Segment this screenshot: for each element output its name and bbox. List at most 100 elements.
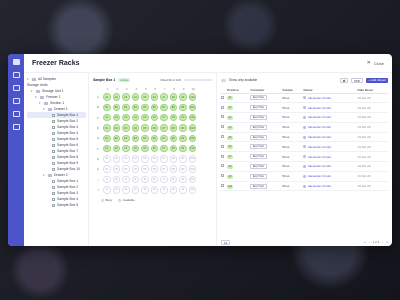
owner-name[interactable]: Alexander Arnold [308, 184, 331, 188]
well[interactable]: D3 [122, 124, 130, 132]
well[interactable]: I5 [141, 175, 149, 184]
well[interactable]: H10 [188, 165, 196, 173]
well[interactable]: H1 [103, 165, 111, 173]
well[interactable]: G10 [188, 155, 196, 163]
well[interactable]: E9 [179, 134, 187, 143]
last-page-icon[interactable]: » [386, 240, 388, 244]
well[interactable]: H3 [122, 165, 130, 173]
table-row[interactable]: A1 Epp Tube 50 uL Alexander Arnold 19 Oct 20 [221, 93, 388, 104]
well[interactable]: G1 [103, 155, 111, 163]
well[interactable]: C1 [103, 113, 111, 122]
well[interactable]: A9 [179, 93, 187, 101]
well[interactable]: G5 [141, 155, 149, 163]
well[interactable]: I6 [150, 175, 158, 184]
well[interactable]: J2 [112, 186, 120, 194]
well[interactable]: C6 [150, 113, 158, 122]
well[interactable]: I9 [179, 175, 187, 184]
well[interactable]: D8 [169, 124, 177, 132]
well[interactable]: J7 [160, 186, 168, 194]
well[interactable]: D2 [112, 124, 120, 132]
well[interactable]: A4 [131, 93, 139, 101]
row-checkbox[interactable] [221, 174, 224, 178]
pdf-button[interactable]: PDF [351, 77, 364, 83]
well[interactable]: F4 [131, 144, 139, 153]
well[interactable]: H5 [141, 165, 149, 173]
well[interactable]: E8 [169, 134, 177, 143]
well[interactable]: A8 [169, 93, 177, 101]
table-row[interactable]: A2 Epp Tube 50 uL Alexander Arnold 19 Oct 20 [221, 102, 388, 114]
sliders-icon[interactable] [12, 111, 20, 117]
well[interactable]: C10 [188, 113, 196, 122]
well[interactable]: J3 [122, 186, 130, 194]
well[interactable]: E5 [141, 134, 149, 143]
well[interactable]: J5 [141, 186, 149, 194]
row-checkbox[interactable] [221, 154, 224, 158]
table-row[interactable]: A10 Epp Tube 50 uL Alexander Arnold 19 Oct 2… [221, 181, 388, 192]
well[interactable]: E6 [150, 134, 158, 143]
owner-name[interactable]: Alexander Arnold [308, 96, 331, 100]
prev-page-icon[interactable]: ‹ [369, 240, 370, 244]
well[interactable]: C8 [169, 113, 177, 122]
well[interactable]: C3 [122, 113, 130, 122]
tree-node[interactable]: Sample Box 5 [27, 202, 86, 208]
well[interactable]: F8 [169, 144, 177, 153]
well[interactable]: A10 [188, 93, 196, 101]
well[interactable]: J8 [169, 186, 177, 194]
well[interactable]: J10 [188, 186, 196, 194]
settings-icon[interactable] [12, 124, 20, 130]
well[interactable]: B1 [103, 103, 111, 112]
table-row[interactable]: A3 Epp Tube 50 uL Alexander Arnold 19 Oct 20 [221, 112, 388, 123]
page-size-select[interactable]: 10 [221, 239, 231, 245]
well[interactable]: H7 [160, 165, 168, 173]
well[interactable]: G8 [169, 155, 177, 163]
row-checkbox[interactable] [221, 105, 224, 109]
well[interactable]: C9 [179, 113, 187, 122]
close-button[interactable]: ✕ Close [367, 60, 384, 66]
well[interactable]: A1 [103, 93, 111, 101]
well[interactable]: E4 [131, 134, 139, 143]
well[interactable]: I8 [169, 175, 177, 184]
well[interactable]: J4 [131, 186, 139, 194]
table-row[interactable]: A8 Epp Tube 50 uL Alexander Arnold 19 Oct 20 [221, 161, 388, 172]
well[interactable]: G9 [179, 155, 187, 163]
well[interactable]: B9 [179, 103, 187, 112]
swap-button[interactable]: ⇄ [339, 77, 349, 83]
owner-name[interactable]: Alexander Arnold [308, 155, 331, 159]
well[interactable]: I3 [122, 175, 130, 184]
well[interactable]: F3 [122, 144, 130, 153]
table-row[interactable]: A9 Epp Tube 50 uL Alexander Arnold 19 Oct 20 [221, 171, 388, 182]
well[interactable]: J9 [179, 186, 187, 194]
well[interactable]: E7 [160, 134, 168, 143]
owner-name[interactable]: Alexander Arnold [308, 164, 331, 168]
menu-icon[interactable] [12, 59, 20, 65]
box-icon[interactable] [12, 72, 20, 78]
row-checkbox[interactable] [221, 115, 224, 119]
show-available-toggle[interactable] [221, 78, 226, 82]
well[interactable]: A5 [141, 93, 149, 101]
well[interactable]: D6 [150, 124, 158, 132]
row-checkbox[interactable] [221, 95, 224, 99]
well[interactable]: F9 [179, 144, 187, 153]
well[interactable]: B8 [169, 103, 177, 112]
well[interactable]: E2 [112, 134, 120, 143]
well[interactable]: C5 [141, 113, 149, 122]
table-row[interactable]: A5 Epp Tube 50 uL Alexander Arnold 19 Oct 20 [221, 132, 388, 143]
well[interactable]: E1 [103, 134, 111, 143]
first-page-icon[interactable]: « [364, 240, 366, 244]
row-checkbox[interactable] [221, 144, 224, 148]
well[interactable]: D7 [160, 124, 168, 132]
well[interactable]: B6 [150, 103, 158, 112]
well[interactable]: I1 [103, 175, 111, 184]
well[interactable]: F2 [112, 144, 120, 153]
well[interactable]: F10 [188, 144, 196, 153]
next-page-icon[interactable]: › [382, 240, 383, 244]
well[interactable]: A3 [122, 93, 130, 101]
well[interactable]: I7 [160, 175, 168, 184]
well[interactable]: D4 [131, 124, 139, 132]
well[interactable]: H4 [131, 165, 139, 173]
well[interactable]: D9 [179, 124, 187, 132]
well[interactable]: I2 [112, 175, 120, 184]
well[interactable]: D1 [103, 124, 111, 132]
well[interactable]: A7 [160, 93, 168, 101]
owner-name[interactable]: Alexander Arnold [308, 145, 331, 149]
